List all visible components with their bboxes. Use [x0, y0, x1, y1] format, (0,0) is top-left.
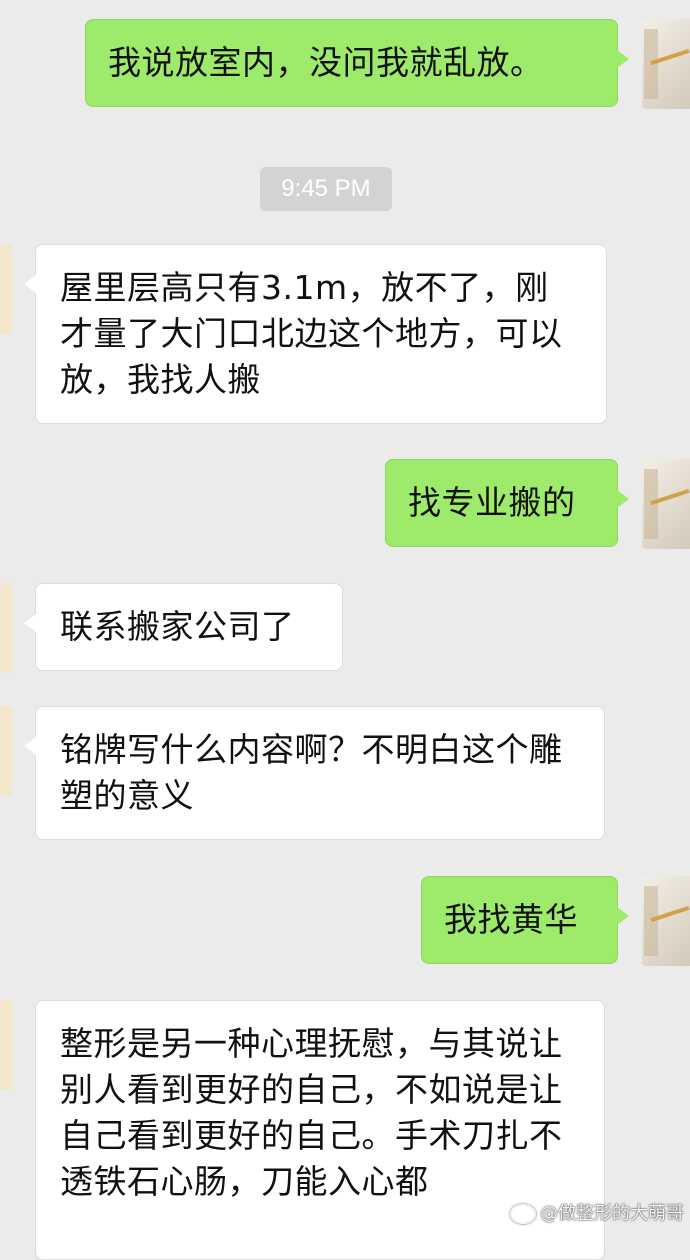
weibo-icon [510, 1204, 536, 1224]
message-bubble-outgoing[interactable]: 找专业搬的 [385, 459, 629, 547]
chat-window[interactable]: 我说放室内，没问我就乱放。 9:45 PM 屋里层高只有3.1m，放不了，刚才量… [0, 0, 690, 1260]
timestamp-chip: 9:45 PM [260, 167, 392, 211]
message-text: 我说放室内，没问我就乱放。 [108, 43, 544, 82]
message-bubble-incoming[interactable]: 联系搬家公司了 [24, 583, 343, 671]
contact-avatar[interactable] [0, 583, 12, 673]
message-bubble-incoming[interactable]: 屋里层高只有3.1m，放不了，刚才量了大门口北边这个地方，可以放，我找人搬 [24, 244, 607, 424]
message-text: 整形是另一种心理抚慰，与其说让别人看到更好的自己，不如说是让自己看到更好的自己。… [60, 1024, 563, 1201]
my-avatar[interactable] [642, 19, 690, 109]
message-text: 铭牌写什么内容啊？不明白这个雕塑的意义 [60, 730, 563, 815]
contact-avatar[interactable] [0, 706, 12, 796]
contact-avatar[interactable] [0, 244, 12, 334]
message-bubble-incoming[interactable]: 铭牌写什么内容啊？不明白这个雕塑的意义 [24, 706, 605, 840]
message-bubble-outgoing[interactable]: 我说放室内，没问我就乱放。 [85, 19, 629, 107]
message-bubble-outgoing[interactable]: 我找黄华 [421, 876, 629, 964]
my-avatar[interactable] [642, 459, 690, 549]
message-text: 屋里层高只有3.1m，放不了，刚才量了大门口北边这个地方，可以放，我找人搬 [60, 268, 563, 399]
message-text: 找专业搬的 [408, 483, 576, 522]
message-text: 我找黄华 [444, 900, 578, 939]
watermark: @做整形的大萌哥 [510, 1199, 684, 1225]
message-text: 联系搬家公司了 [60, 607, 295, 646]
watermark-text: @做整形的大萌哥 [540, 1203, 684, 1224]
my-avatar[interactable] [642, 876, 690, 966]
contact-avatar[interactable] [0, 1000, 12, 1090]
